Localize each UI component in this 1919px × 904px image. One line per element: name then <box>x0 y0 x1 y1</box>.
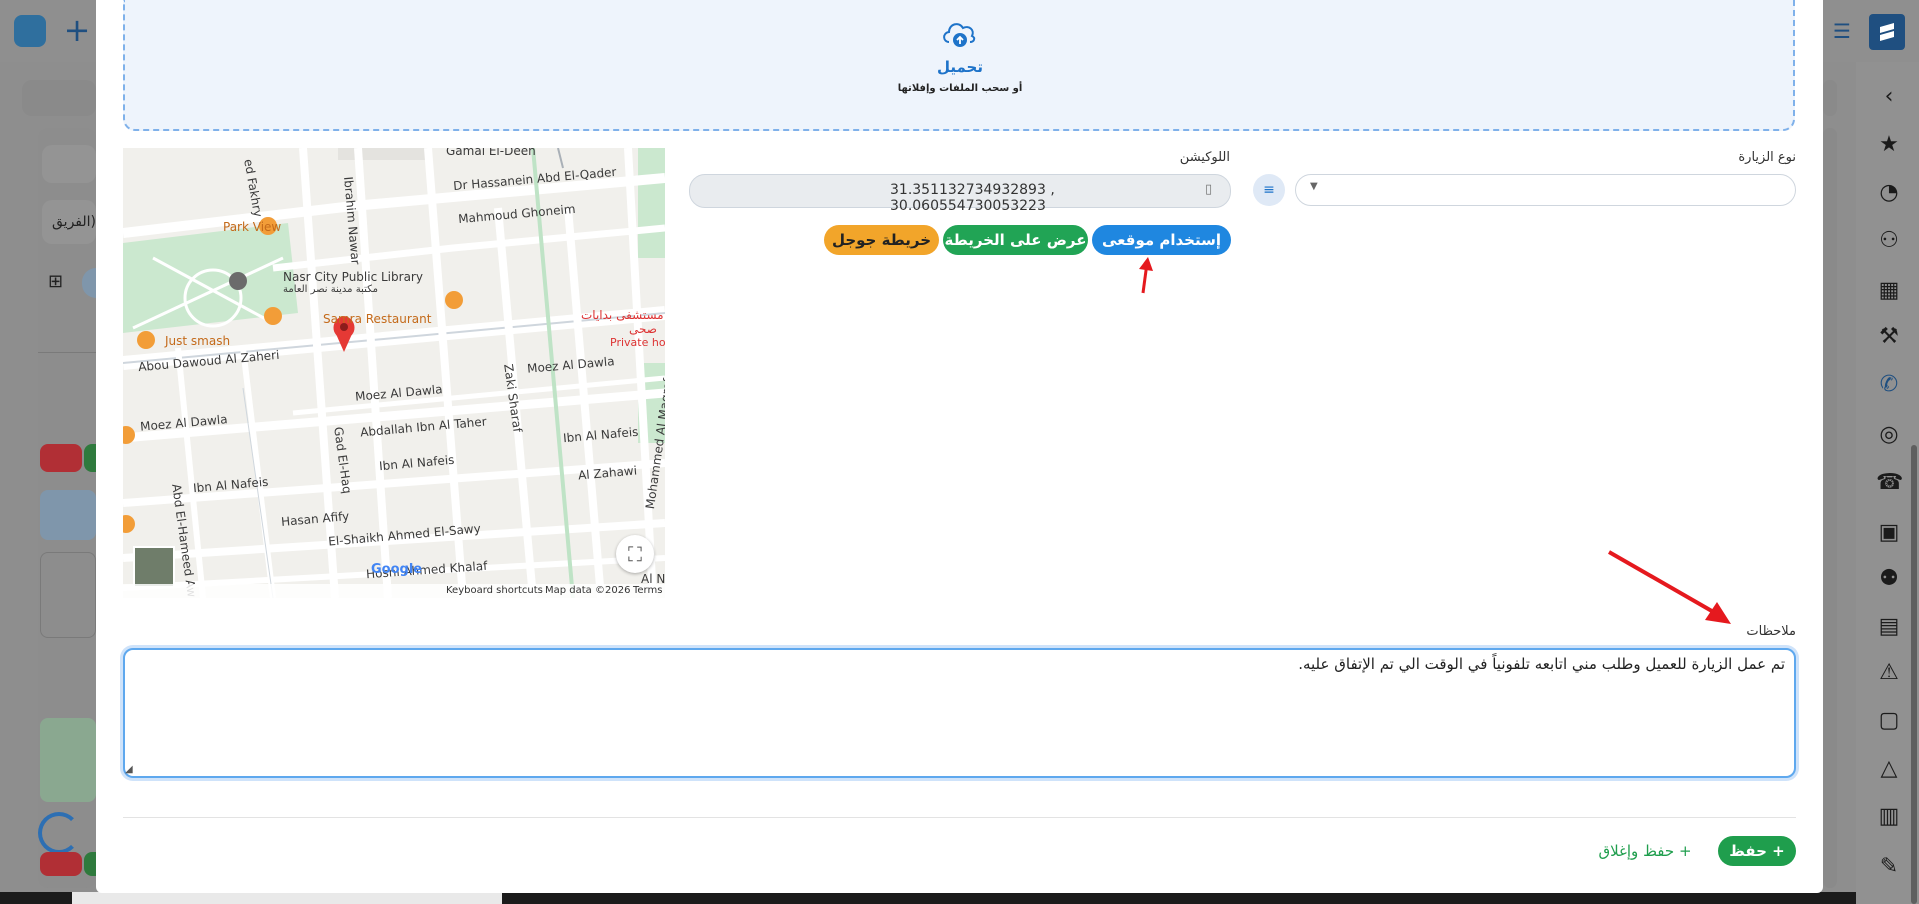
dashboard-gauge-icon[interactable]: ◔ <box>1876 180 1902 206</box>
hammer-icon[interactable]: ⚒ <box>1876 324 1902 350</box>
chevron-left-icon[interactable]: ‹ <box>1876 84 1902 110</box>
invoice-icon[interactable]: ▥ <box>1876 804 1902 830</box>
map-poi-label: مكتبة مدينة نصر العامة <box>283 284 378 295</box>
notes-label: ملاحظات <box>1746 624 1796 639</box>
map-poi-label[interactable]: Nasr City Public Library <box>283 270 423 284</box>
save-and-close-button[interactable]: حفظ وإغلاق + <box>1590 836 1700 866</box>
keyboard-shortcuts-link[interactable]: Keyboard shortcuts <box>446 585 543 596</box>
bg-green-button[interactable] <box>84 444 96 472</box>
show-on-map-button[interactable]: عرض على الخريطة <box>943 225 1088 255</box>
notes-text: تم عمل الزيارة للعميل وطلب مني اتابعه تل… <box>1298 655 1785 673</box>
bg-team-text: الفريق) <box>52 214 97 230</box>
location-label: اللوكيشن <box>1179 150 1230 165</box>
map-poi-label[interactable]: مستشفى بدايات <box>581 308 664 322</box>
location-value: 31.351132734932893 , 30.060554730053223 <box>890 182 1055 214</box>
footer-divider <box>123 817 1796 818</box>
use-my-location-button[interactable]: إستخدام موقعى <box>1092 225 1231 255</box>
visit-type-select[interactable] <box>1295 174 1796 206</box>
app-logo[interactable] <box>14 15 46 47</box>
phone-call-icon[interactable]: ✆ <box>1876 372 1902 398</box>
save-button[interactable]: حفظ + <box>1718 836 1796 866</box>
map-poi-label[interactable]: Samra Restaurant <box>323 312 431 326</box>
chevron-down-icon[interactable]: ▼ <box>1310 181 1324 197</box>
save-label: حفظ <box>1729 842 1767 860</box>
google-map[interactable]: Gamal El-Deen ed Fakhry Ibrahim Nawar Dr… <box>123 148 665 598</box>
upload-hint: أو سحب الملفات وإفلاتها <box>897 83 1023 94</box>
bg-field <box>42 145 96 183</box>
loading-spinner-icon <box>38 812 80 854</box>
group-icon[interactable]: ⚉ <box>1876 566 1902 592</box>
users-icon[interactable]: ⚇ <box>1876 228 1902 254</box>
bg-delete-button[interactable] <box>40 444 82 472</box>
building-icon[interactable]: ▦ <box>1876 278 1902 304</box>
map-poi-label[interactable]: Park View <box>223 220 281 234</box>
resize-handle-icon[interactable]: ◢ <box>125 764 137 776</box>
upload-label[interactable]: تحميل <box>880 58 1040 76</box>
telephone-icon[interactable]: ☎ <box>1876 470 1903 496</box>
target-icon[interactable]: ◎ <box>1876 422 1902 448</box>
map-icon: ▯ <box>1205 182 1213 197</box>
bg-textarea <box>40 552 96 638</box>
plus-icon: + <box>1772 842 1785 860</box>
annotation-arrow-icon <box>1139 257 1153 294</box>
calendar-icon[interactable]: ▣ <box>1876 520 1902 546</box>
map-data-text: Map data ©2026 <box>545 585 631 596</box>
google-logo: Google <box>371 562 423 577</box>
map-poi-label[interactable]: Just smash <box>165 334 230 348</box>
cloud-upload-icon <box>940 16 978 50</box>
signature-icon[interactable]: ✎ <box>1876 854 1902 880</box>
triangle-chart-icon[interactable]: △ <box>1876 756 1902 782</box>
brand-logo[interactable] <box>1869 14 1905 50</box>
menu-icon[interactable]: ☰ <box>1831 20 1853 42</box>
map-footer: Keyboard shortcuts Map data ©2026 Terms <box>123 584 665 598</box>
bg-header-chip <box>1823 80 1837 116</box>
terms-link[interactable]: Terms <box>633 585 662 596</box>
bg-green-button-2[interactable] <box>84 852 96 876</box>
list-options-icon[interactable]: ≡ <box>1253 174 1285 206</box>
map-satellite-toggle[interactable] <box>133 546 175 588</box>
taskbar-tab[interactable] <box>72 892 502 904</box>
bg-search-bar <box>22 80 96 116</box>
warning-icon[interactable]: ⚠ <box>1876 660 1902 686</box>
save-close-label: حفظ وإغلاق <box>1598 842 1675 860</box>
map-poi-label: Private hos <box>610 336 665 349</box>
visit-type-label: نوع الزيارة <box>1738 150 1796 165</box>
money-icon[interactable]: ▤ <box>1876 614 1902 640</box>
annotation-arrow-icon <box>1608 550 1731 624</box>
bg-green-card <box>40 718 96 802</box>
map-poi-label: صحى <box>629 322 657 336</box>
map-label: Gamal El-Deen <box>446 148 536 158</box>
sidebar-scrollbar[interactable] <box>1911 445 1917 904</box>
google-map-button[interactable]: خريطة جوجل <box>824 225 939 255</box>
bg-card <box>40 490 96 540</box>
plus-icon: + <box>1678 842 1692 860</box>
bg-delete-button-2[interactable] <box>40 852 82 876</box>
bg-divider <box>38 352 96 353</box>
video-icon[interactable]: ▢ <box>1876 708 1902 734</box>
star-icon[interactable]: ★ <box>1876 132 1902 158</box>
fullscreen-icon[interactable]: ⛶ <box>616 535 654 573</box>
grid-icon[interactable]: ⊞ <box>48 272 68 292</box>
add-icon[interactable]: + <box>60 13 94 47</box>
bg-right-panel <box>1823 128 1837 888</box>
